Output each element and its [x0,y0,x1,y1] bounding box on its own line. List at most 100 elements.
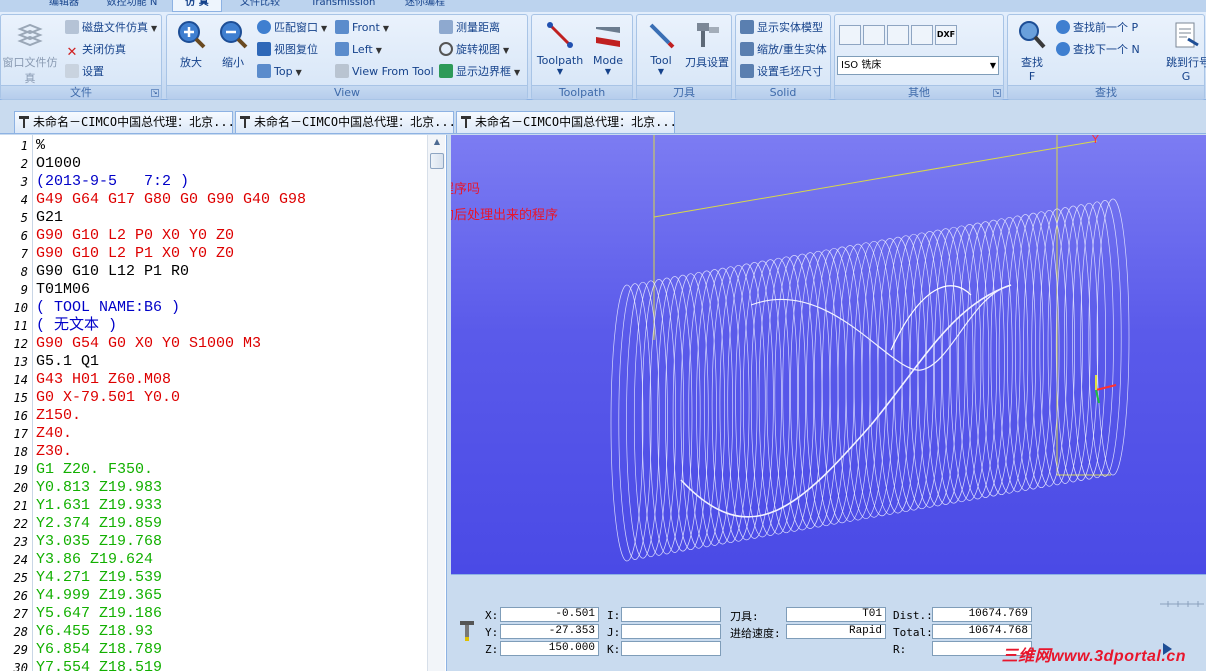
code-line[interactable]: G90 G10 L12 P1 R0 [36,263,189,281]
vertical-scrollbar[interactable]: ▲ [427,135,445,671]
code-line[interactable]: T01M06 [36,281,90,299]
fit-window-button[interactable]: 匹配窗口 ▼ [257,19,327,37]
page-icon[interactable] [887,25,909,45]
code-line[interactable]: Y0.813 Z19.983 [36,479,162,497]
code-line[interactable]: Y6.455 Z18.93 [36,623,153,641]
open-window-sim-button[interactable]: 窗口文件仿真 [1,19,59,86]
disk-file-sim-button[interactable]: 磁盘文件仿真 ▼ [65,19,157,37]
code-line[interactable]: Y4.999 Z19.365 [36,587,162,605]
fit-window-label: 匹配窗口 [274,21,318,34]
code-line[interactable]: Y6.854 Z18.789 [36,641,162,659]
tab-editor[interactable]: 编辑器 [44,0,84,12]
code-line[interactable]: G5.1 Q1 [36,353,99,371]
document-tab-3[interactable]: 未命名－CIMCO中国总代理：北京... [456,111,675,133]
code-line[interactable]: G1 Z20. F350. [36,461,153,479]
reset-view-button[interactable]: 视图复位 [257,41,318,59]
regen-solid-icon [740,42,754,56]
scrollbar-thumb[interactable] [430,153,444,169]
front-view-button[interactable]: Front ▼ [335,19,389,37]
dialog-launcher-icon[interactable]: ↘ [993,89,1001,97]
code-line[interactable]: Y2.374 Z19.859 [36,515,162,533]
group-title-toolpath: Toolpath [532,85,632,99]
tab-mini-programming[interactable]: 迷你编程 [400,0,450,12]
disk-icon [65,20,79,34]
code-line[interactable]: Z30. [36,443,72,461]
code-line[interactable]: Y3.035 Z19.768 [36,533,162,551]
speed-slider[interactable] [1160,600,1204,608]
backplot-icon[interactable] [863,25,885,45]
top-view-button[interactable]: Top ▼ [257,63,302,81]
rotate-icon [439,42,453,56]
toolpath-ring [869,238,911,515]
toolpath-button[interactable]: Toolpath ▼ [534,19,586,76]
tool-button[interactable]: Tool ▼ [639,19,683,76]
toolpath-ring [917,229,958,507]
code-line[interactable]: G90 G54 G0 X0 Y0 S1000 M3 [36,335,261,353]
dialog-launcher-icon[interactable]: ↘ [151,89,159,97]
ribbon-group-file: 窗口文件仿真 磁盘文件仿真 ▼ ✕ 关闭仿真 设置 文件 ↘ [0,14,162,100]
mode-button[interactable]: Mode ▼ [586,19,630,76]
find-prev-button[interactable]: 查找前一个 P [1056,19,1138,37]
toolpath-ring [665,274,701,552]
code-line[interactable]: G21 [36,209,63,227]
code-line[interactable]: G49 G64 G17 G80 G0 G90 G40 G98 [36,191,306,209]
tool-settings-button[interactable]: 刀具设置 [683,19,731,70]
tab-transmission[interactable]: Transmission [306,0,380,12]
wcs-icon[interactable] [839,25,861,45]
code-line[interactable]: G90 G10 L2 P1 X0 Y0 Z0 [36,245,234,263]
code-line[interactable]: ( TOOL NAME:B6 ) [36,299,180,317]
left-view-button[interactable]: Left ▼ [335,41,382,59]
settings-button[interactable]: 设置 [65,63,104,81]
rotate-view-button[interactable]: 旋转视图 ▼ [439,41,509,59]
code-line[interactable]: Y5.647 Z19.186 [36,605,162,623]
code-line[interactable]: O1000 [36,155,81,173]
code-line[interactable]: Z40. [36,425,72,443]
tab-simulation[interactable]: 仿 真 [172,0,222,12]
zoom-in-button[interactable]: 放大 [171,19,211,70]
zoom-regen-button[interactable]: 缩放/重生实体 [740,41,827,59]
find-button[interactable]: 查找 F [1012,19,1052,83]
code-line[interactable]: G90 G10 L2 P0 X0 Y0 Z0 [36,227,234,245]
tab-nc-functions[interactable]: 数控功能 N [104,0,160,12]
simulation-viewport[interactable]: Y 可以出三轴程序吗 这个是三轴的后处理出来的程序 [451,135,1206,574]
play-icon[interactable] [1160,642,1174,656]
code-line[interactable]: Y1.631 Z19.933 [36,497,162,515]
scroll-up-icon[interactable]: ▲ [430,137,444,149]
code-line[interactable]: G43 H01 Z60.M08 [36,371,171,389]
code-line[interactable]: Z150. [36,407,81,425]
toolpath-ring [1088,200,1122,477]
code-line[interactable]: (2013-9-5 7:2 ) [36,173,189,191]
code-line[interactable]: Y4.271 Z19.539 [36,569,162,587]
toolpath-ring [727,263,766,541]
grid-icon[interactable] [911,25,933,45]
code-line[interactable]: Y7.554 Z18.519 [36,659,162,671]
machine-type-select[interactable]: ISO 铣床 ▼ [837,56,999,75]
zoom-out-button[interactable]: 缩小 [213,19,253,70]
chevron-down-icon: ▼ [604,67,612,76]
stock-size-button[interactable]: 设置毛坯尺寸 [740,63,823,81]
document-tab-label: 未命名－CIMCO中国总代理：北京... [254,115,454,129]
goto-line-button[interactable]: 跳到行号/字段 G [1166,19,1206,83]
document-tab-1[interactable]: 未命名－CIMCO中国总代理：北京... [14,111,233,133]
line-number: 2 [20,157,28,171]
dxf-icon[interactable]: DXF [935,25,957,45]
k-value-field [621,641,721,656]
find-next-button[interactable]: 查找下一个 N [1056,41,1140,59]
line-number: 19 [13,463,28,477]
code-area[interactable]: % O1000 (2013-9-5 7:2 ) G49 G64 G17 G80 G0 … [36,135,426,671]
tab-file-compare[interactable]: 文件比较 [236,0,284,12]
code-line[interactable]: ( 无文本 ) [36,317,117,335]
document-tab-2[interactable]: 未命名－CIMCO中国总代理：北京... [235,111,454,133]
ribbon-group-solid: 显示实体模型 缩放/重生实体 设置毛坯尺寸 Solid [735,14,831,100]
close-sim-button[interactable]: ✕ 关闭仿真 [65,41,126,60]
code-line[interactable]: G0 X-79.501 Y0.0 [36,389,180,407]
measure-distance-button[interactable]: 测量距离 [439,19,500,37]
code-line[interactable]: % [36,137,45,155]
tool-label: Tool [650,54,672,67]
show-border-button[interactable]: 显示边界框 ▼ [439,63,520,81]
nc-code-editor[interactable]: 1 2 3 4 5 6 7 8 9 10 11 12 13 14 15 16 17 18 19 20 21 22 23 24 2… [0,135,447,671]
code-line[interactable]: Y3.86 Z19.624 [36,551,153,569]
view-from-tool-button[interactable]: View From Tool [335,63,434,81]
show-solid-button[interactable]: 显示实体模型 [740,19,823,37]
reset-view-label: 视图复位 [274,43,318,56]
